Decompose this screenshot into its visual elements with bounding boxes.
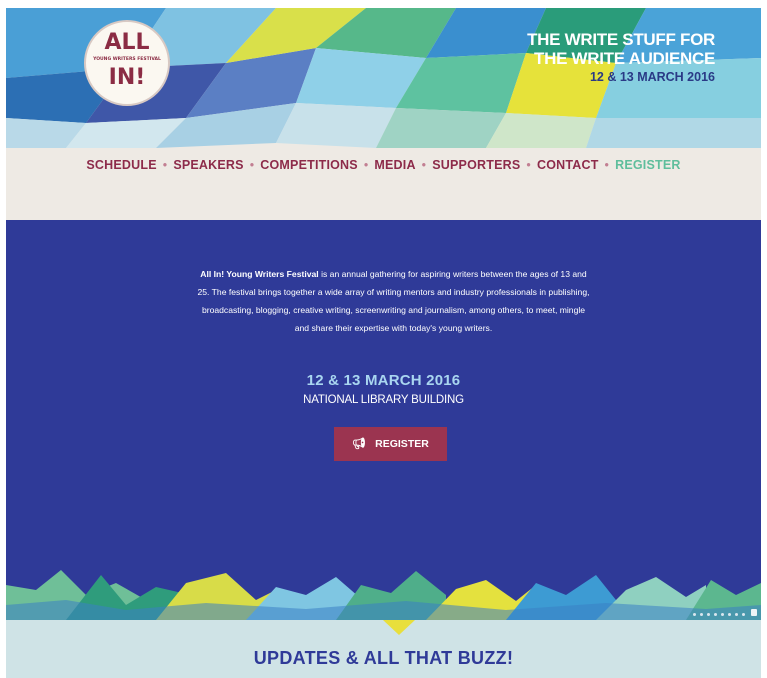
nav-item-schedule[interactable]: SCHEDULE bbox=[86, 158, 156, 172]
nav-item-register[interactable]: REGISTER bbox=[615, 158, 681, 172]
page: ALL YOUNG WRITERS FESTIVAL IN! THE WRITE… bbox=[6, 8, 761, 678]
nav-separator: • bbox=[604, 158, 610, 172]
tagline-line-1: THE WRITE STUFF FOR bbox=[527, 30, 715, 49]
register-button-label: REGISTER bbox=[375, 438, 429, 450]
slider-next-icon[interactable] bbox=[751, 609, 757, 616]
nav-item-competitions[interactable]: COMPETITIONS bbox=[260, 158, 358, 172]
event-date: 12 & 13 MARCH 2016 bbox=[306, 372, 461, 389]
site-header: ALL YOUNG WRITERS FESTIVAL IN! THE WRITE… bbox=[6, 8, 761, 220]
nav-item-contact[interactable]: CONTACT bbox=[537, 158, 599, 172]
slider-dot[interactable] bbox=[728, 613, 731, 616]
nav-item-speakers[interactable]: SPEAKERS bbox=[173, 158, 243, 172]
section-pointer-triangle bbox=[383, 620, 415, 635]
nav-separator: • bbox=[526, 158, 531, 172]
updates-heading: UPDATES & ALL THAT BUZZ! bbox=[253, 648, 514, 668]
slider-dot[interactable] bbox=[735, 613, 738, 616]
tagline-dates: 12 & 13 MARCH 2016 bbox=[589, 70, 715, 84]
logo-subtitle: YOUNG WRITERS FESTIVAL bbox=[93, 57, 161, 62]
nav-separator: • bbox=[363, 158, 369, 172]
slider-dot[interactable] bbox=[721, 613, 724, 616]
slider-dot[interactable] bbox=[700, 613, 703, 616]
slider-dot[interactable] bbox=[714, 613, 717, 616]
tagline: THE WRITE STUFF FOR THE WRITE AUDIENCE 1… bbox=[527, 30, 715, 86]
slider-pagination bbox=[689, 609, 757, 616]
logo-text-bottom: IN! bbox=[108, 65, 146, 90]
hero-section: All In! Young Writers Festival is an ann… bbox=[6, 220, 761, 620]
intro-festival-name: All In! Young Writers Festival bbox=[200, 269, 319, 279]
festival-intro: All In! Young Writers Festival is an ann… bbox=[196, 265, 591, 337]
hero-polygon-mountains bbox=[6, 570, 761, 620]
updates-section: UPDATES & ALL THAT BUZZ! bbox=[6, 620, 761, 678]
nav-separator: • bbox=[421, 158, 427, 172]
nav-separator: • bbox=[249, 158, 255, 172]
nav-item-media[interactable]: MEDIA bbox=[374, 158, 415, 172]
slider-dot[interactable] bbox=[693, 613, 696, 616]
slider-dot[interactable] bbox=[707, 613, 710, 616]
slider-dot[interactable] bbox=[742, 613, 745, 616]
event-venue: NATIONAL LIBRARY BUILDING bbox=[303, 394, 464, 406]
festival-logo[interactable]: ALL YOUNG WRITERS FESTIVAL IN! bbox=[84, 20, 170, 106]
nav-separator: • bbox=[162, 158, 168, 172]
register-button[interactable]: 📢︎ REGISTER bbox=[334, 427, 447, 461]
nav-item-supporters[interactable]: SUPPORTERS bbox=[432, 158, 520, 172]
megaphone-icon: 📢︎ bbox=[352, 438, 367, 450]
tagline-line-2: THE WRITE AUDIENCE bbox=[534, 49, 715, 68]
main-nav: SCHEDULE • SPEAKERS • COMPETITIONS • MEDIA • SUP… bbox=[6, 158, 761, 172]
logo-text-top: ALL bbox=[104, 30, 150, 55]
